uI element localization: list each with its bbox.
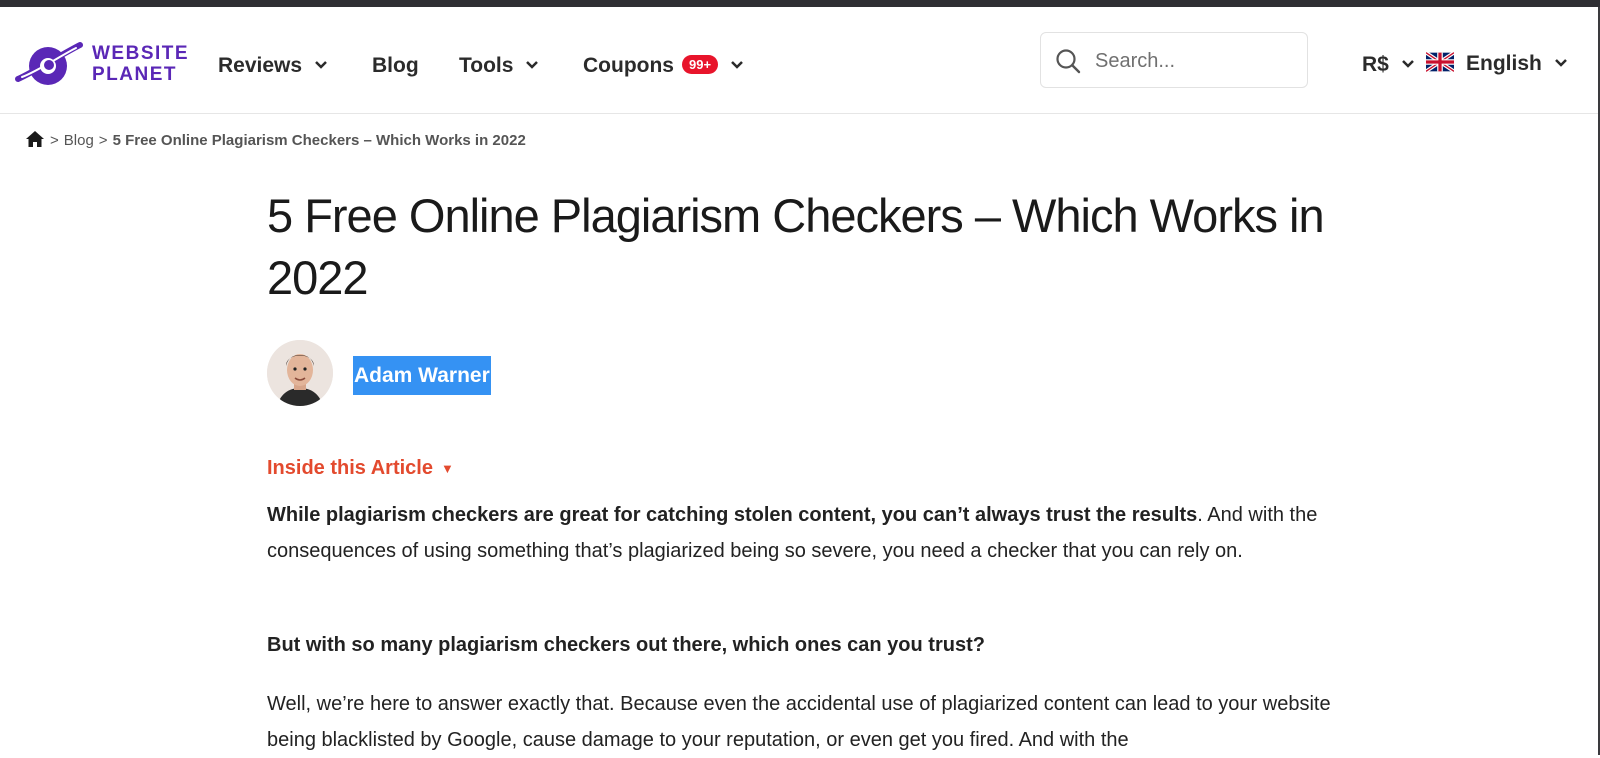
currency-selector[interactable]: R$ (1362, 53, 1415, 77)
nav-coupons-label: Coupons (583, 54, 674, 77)
breadcrumb-separator: > (50, 132, 59, 149)
language-selector[interactable]: English (1426, 52, 1568, 76)
nav-reviews-label: Reviews (218, 54, 303, 77)
browser-top-bar (0, 0, 1600, 7)
language-label: English (1466, 52, 1542, 75)
table-of-contents-toggle[interactable]: Inside this Article ▼ (267, 457, 454, 480)
home-icon[interactable] (25, 130, 45, 148)
search-box[interactable] (1040, 32, 1308, 88)
search-icon (1056, 49, 1081, 74)
author-avatar[interactable] (267, 340, 333, 406)
breadcrumb-separator: > (98, 132, 108, 149)
toc-label: Inside this Article (267, 457, 433, 479)
chevron-down-icon (315, 61, 327, 69)
nav-blog[interactable]: Blog (372, 53, 419, 79)
nav-reviews[interactable]: Reviews (218, 53, 328, 79)
article-title: 5 Free Online Plagiarism Checkers – Whic… (267, 189, 1325, 304)
logo-line-2: PLANET (92, 64, 177, 85)
search-input[interactable] (1093, 45, 1297, 77)
breadcrumb-current: 5 Free Online Plagiarism Checkers – Whic… (112, 132, 526, 149)
nav-coupons[interactable]: Coupons 99+ (583, 53, 744, 79)
author-photo (267, 340, 333, 406)
author-name[interactable]: Adam Warner (353, 356, 491, 395)
nav-tools[interactable]: Tools (459, 53, 539, 79)
breadcrumb-blog-link[interactable]: Blog (64, 132, 94, 149)
chevron-down-icon (526, 61, 539, 69)
logo-text: WEBSITE PLANET (92, 43, 189, 85)
chevron-down-icon (1401, 60, 1414, 68)
paragraph-intro: While plagiarism checkers are great for … (267, 497, 1337, 569)
coupons-count-badge: 99+ (681, 55, 719, 75)
site-header: WEBSITE PLANET Reviews Blog Tools Coupon… (0, 7, 1598, 114)
chevron-down-icon (1554, 59, 1567, 67)
logo-line-1: WEBSITE (92, 43, 190, 64)
paragraph-question: But with so many plagiarism checkers out… (267, 634, 985, 656)
currency-label: R$ (1362, 53, 1389, 76)
website-planet-logo[interactable]: WEBSITE PLANET (12, 37, 189, 93)
intro-bold-text: While plagiarism checkers are great for … (267, 504, 1198, 526)
chevron-down-icon (731, 61, 743, 69)
nav-tools-label: Tools (459, 54, 514, 77)
breadcrumb: > Blog >5 Free Online Plagiarism Checkers … (25, 130, 526, 149)
paragraph-answer: Well, we’re here to answer exactly that.… (267, 693, 1331, 751)
uk-flag-icon (1426, 52, 1454, 73)
caret-down-icon: ▼ (440, 461, 454, 476)
planet-logo-icon (15, 42, 83, 85)
nav-blog-label: Blog (372, 54, 419, 77)
